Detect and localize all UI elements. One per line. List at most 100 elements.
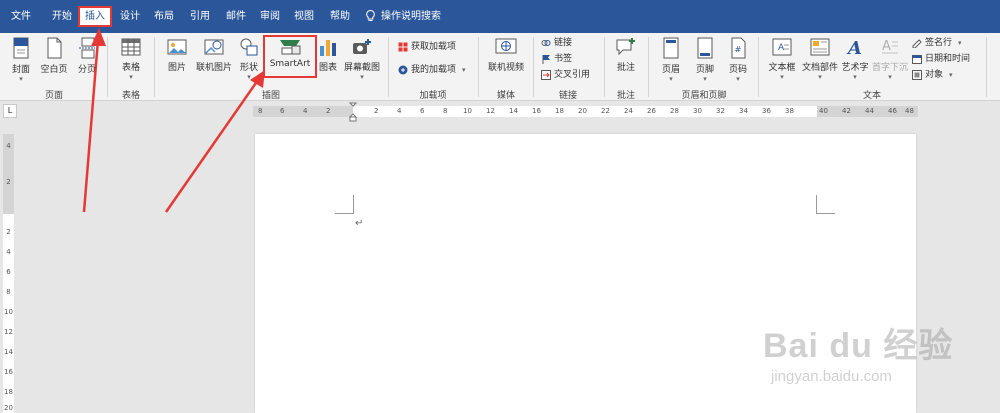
header-icon	[663, 37, 679, 59]
quick-parts-button[interactable]: 文档部件 ▾	[802, 37, 838, 81]
link-label: 链接	[554, 38, 573, 48]
page-number-button[interactable]: # 页码 ▾	[724, 37, 752, 83]
wordart-button[interactable]: A 艺术字 ▾	[840, 37, 870, 81]
group-label-text: 文本	[862, 91, 881, 101]
watermark-url: jingyan.baidu.com	[771, 368, 892, 385]
bookmark-flag-icon	[542, 54, 550, 64]
group-divider	[604, 37, 605, 97]
ruler-number: 18	[4, 388, 13, 396]
online-video-button[interactable]: 联机视频	[485, 37, 527, 73]
date-time-button[interactable]: 日期和时间	[912, 52, 970, 66]
ruler-row: L 8 6 4 2 2 4 6 8 10 12 14 16 18 20 22 2…	[0, 101, 1000, 122]
group-divider	[388, 37, 389, 97]
crop-mark-top-left	[335, 195, 354, 214]
group-divider	[533, 37, 534, 97]
page-break-button[interactable]: 分页	[72, 37, 102, 75]
tab-view[interactable]: 视图	[290, 8, 318, 26]
ruler-number: 24	[624, 107, 633, 115]
picture-label: 图片	[167, 63, 186, 73]
ruler-number: 2	[6, 178, 11, 186]
online-picture-icon	[204, 39, 224, 55]
quick-parts-icon	[810, 38, 830, 56]
screenshot-button[interactable]: 屏幕截图 ▾	[342, 37, 382, 81]
drop-cap-button[interactable]: A 首字下沉 ▾	[872, 37, 908, 81]
picture-button[interactable]: 图片	[162, 37, 192, 73]
chart-label: 图表	[318, 63, 337, 73]
ruler-number: 44	[865, 107, 874, 115]
tab-layout[interactable]: 布局	[150, 8, 178, 26]
chart-icon	[320, 40, 336, 56]
blank-page-button[interactable]: 空白页	[38, 37, 70, 75]
tab-mailings[interactable]: 邮件	[222, 8, 250, 26]
link-button[interactable]: 链接	[541, 36, 572, 50]
store-icon	[398, 42, 408, 51]
tab-review[interactable]: 审阅	[256, 8, 284, 26]
ruler-number: 4	[397, 107, 402, 115]
tab-help[interactable]: 帮助	[326, 8, 354, 26]
ruler-number: 42	[842, 107, 851, 115]
tab-references[interactable]: 引用	[186, 8, 214, 26]
ruler-number: 28	[670, 107, 679, 115]
screenshot-icon	[353, 39, 371, 54]
blank-page-label: 空白页	[40, 65, 68, 75]
chevron-down-icon: ▾	[360, 73, 364, 81]
tab-design[interactable]: 设计	[116, 8, 144, 26]
shapes-label: 形状	[239, 63, 258, 73]
online-picture-label: 联机图片	[195, 63, 232, 73]
smartart-highlight-box	[263, 35, 317, 78]
group-label-illustrations: 插图	[261, 91, 280, 101]
group-divider	[154, 37, 155, 97]
group-divider	[107, 37, 108, 97]
shapes-button[interactable]: 形状 ▾	[236, 37, 262, 81]
textbox-button[interactable]: A 文本框 ▾	[764, 37, 800, 81]
chevron-down-icon: ▾	[736, 75, 740, 83]
chevron-down-icon: ▾	[853, 73, 857, 81]
blank-page-icon	[47, 37, 62, 59]
my-addins-button[interactable]: 我的加载项 ▾	[398, 63, 466, 77]
table-icon	[121, 38, 141, 56]
cross-reference-button[interactable]: 交叉引用	[541, 68, 590, 82]
tab-home[interactable]: 开始	[48, 8, 76, 26]
new-comment-button[interactable]: 批注	[610, 37, 642, 73]
chevron-down-icon: ▾	[19, 75, 23, 83]
ruler-number: 12	[486, 107, 495, 115]
cover-page-button[interactable]: 封面 ▾	[6, 37, 36, 83]
tab-insert[interactable]: 插入	[78, 6, 112, 27]
ruler-number: 32	[716, 107, 725, 115]
indent-marker-icon[interactable]	[349, 102, 357, 122]
new-comment-label: 批注	[616, 63, 635, 73]
group-divider	[478, 37, 479, 97]
footer-button[interactable]: 页脚 ▾	[690, 37, 720, 83]
header-label: 页眉	[661, 65, 680, 75]
get-addins-label: 获取加载项	[411, 42, 457, 52]
shapes-icon	[240, 38, 258, 56]
table-button[interactable]: 表格 ▾	[114, 37, 148, 81]
tell-me-label: 操作说明搜索	[381, 11, 441, 22]
object-button[interactable]: 对象 ▾	[912, 68, 953, 82]
footer-icon	[697, 37, 713, 59]
ruler-number: 10	[463, 107, 472, 115]
chart-button[interactable]: 图表	[316, 37, 340, 73]
vertical-ruler[interactable]: 4 2 2 4 6 8 10 12 14 16 18 20	[3, 134, 14, 413]
chevron-down-icon: ▾	[129, 73, 133, 81]
page-break-label: 分页	[77, 65, 96, 75]
bookmark-button[interactable]: 书签	[541, 52, 572, 66]
chevron-down-icon: ▾	[247, 73, 251, 81]
signature-line-button[interactable]: 签名行 ▾	[912, 36, 962, 50]
online-picture-button[interactable]: 联机图片	[194, 37, 234, 73]
get-addins-button[interactable]: 获取加载项	[398, 40, 456, 54]
ruler-number: 14	[509, 107, 518, 115]
tell-me-search[interactable]: 操作说明搜索	[366, 8, 441, 26]
my-addins-label: 我的加载项	[411, 65, 457, 75]
ruler-number: 2	[374, 107, 379, 115]
svg-text:A: A	[846, 38, 862, 57]
group-divider	[648, 37, 649, 97]
tab-selector[interactable]: L	[3, 104, 17, 118]
tab-file[interactable]: 文件	[8, 8, 34, 26]
ruler-number: 38	[785, 107, 794, 115]
ruler-number: 8	[258, 107, 263, 115]
cross-reference-label: 交叉引用	[554, 70, 591, 80]
ruler-number: 4	[303, 107, 308, 115]
header-button[interactable]: 页眉 ▾	[656, 37, 686, 83]
ruler-number: 20	[4, 404, 13, 412]
